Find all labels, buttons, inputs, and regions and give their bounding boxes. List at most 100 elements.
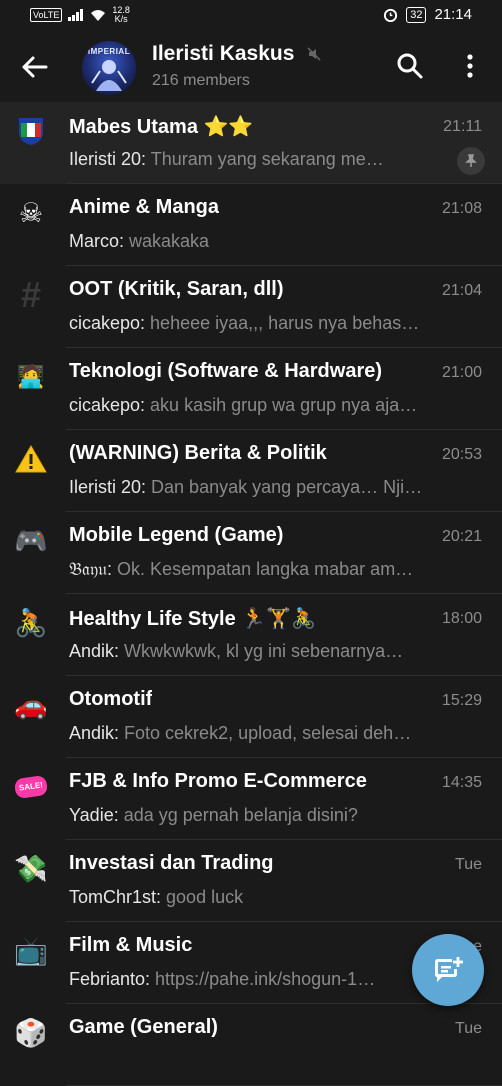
new-message-button[interactable] xyxy=(412,934,484,1006)
wifi-icon xyxy=(91,9,106,21)
topic-row-investasi[interactable]: 💸 Investasi dan Trading Tue TomChr1st: g… xyxy=(0,840,502,922)
preview-sender: 𝔅𝔞𝔶𝔲: xyxy=(69,559,113,579)
preview-message: heheee iyaa,,, harus nya behas… xyxy=(145,313,420,333)
topic-preview: Febrianto: https://pahe.ink/shogun-1… xyxy=(69,969,469,990)
cyclist-icon: 🚴 xyxy=(14,608,48,638)
preview-message: Dan banyak yang percaya… Nji… xyxy=(146,477,423,497)
topic-preview: Yadie: ada yg pernah belanja disini? xyxy=(69,805,469,826)
preview-sender: TomChr1st: xyxy=(69,887,162,907)
network-speed: 12.8 K/s xyxy=(112,6,130,24)
game-die-icon: 🎲 xyxy=(14,1018,48,1048)
preview-message: aku kasih grup wa grup nya aja… xyxy=(145,395,418,415)
italy-shield-icon xyxy=(14,114,48,148)
topic-preview: Marco: wakakaka xyxy=(69,231,469,252)
preview-sender: Ileristi 20: xyxy=(69,477,147,497)
preview-message: wakakaka xyxy=(124,231,210,251)
topic-title: Mabes Utama ⭐⭐ xyxy=(69,116,254,138)
mute-icon xyxy=(307,47,321,61)
topic-time: Tue xyxy=(455,856,482,873)
group-avatar[interactable]: IMPERIAL xyxy=(82,41,136,95)
topic-time: 20:53 xyxy=(441,446,482,463)
television-icon: 📺 xyxy=(14,936,48,966)
volte-badge: VoLTE xyxy=(30,8,63,22)
money-wings-icon: 💸 xyxy=(14,854,48,884)
app-bar: IMPERIAL Ileristi Kaskus 216 members xyxy=(0,32,502,102)
preview-message: Foto cekrek2, upload, selesai deh… xyxy=(119,723,412,743)
topic-list: Mabes Utama ⭐⭐ 21:11 Ileristi 20: Thuram… xyxy=(0,102,502,1086)
new-message-icon xyxy=(435,957,463,982)
topic-row-berita-politik[interactable]: (WARNING) Berita & Politik 20:53 Ilerist… xyxy=(0,430,502,512)
status-left: VoLTE 12.8 K/s xyxy=(30,6,130,24)
preview-sender: Yadie: xyxy=(69,805,119,825)
topic-time: 21:11 xyxy=(443,118,482,135)
topic-row-teknologi[interactable]: 🧑‍💻 Teknologi (Software & Hardware) 21:0… xyxy=(0,348,502,430)
topic-time: 18:00 xyxy=(441,610,482,627)
topic-preview: Ileristi 20: Dan banyak yang percaya… Nj… xyxy=(69,477,469,498)
member-count: 216 members xyxy=(152,72,250,89)
warning-icon xyxy=(14,442,48,476)
technologist-icon: 🧑‍💻 xyxy=(17,364,45,389)
gamepad-icon: 🎮 xyxy=(14,526,48,556)
sale-tag-label: SALE! xyxy=(13,774,49,800)
topic-title: FJB & Info Promo E-Commerce xyxy=(69,770,367,792)
preview-sender: Febrianto: xyxy=(69,969,151,989)
topic-time: 21:04 xyxy=(441,282,482,299)
topic-title: (WARNING) Berita & Politik xyxy=(69,442,327,464)
preview-message: Ok. Kesempatan langka mabar am… xyxy=(112,559,414,579)
topic-title: Otomotif xyxy=(69,688,153,710)
clock: 21:14 xyxy=(434,6,472,23)
topic-row-game-general[interactable]: 🎲 Game (General) Tue xyxy=(0,1004,502,1086)
preview-message: Thuram yang sekarang me… xyxy=(146,149,384,169)
preview-sender: cicakepo: xyxy=(69,313,146,333)
topic-title: OOT (Kritik, Saran, dll) xyxy=(69,278,284,300)
preview-message: Wkwkwkwk, kl yg ini sebenarnya… xyxy=(119,641,404,661)
alarm-icon xyxy=(384,8,398,22)
sale-tag-icon: SALE! xyxy=(13,770,49,804)
topic-row-anime-manga[interactable]: ☠ Anime & Manga 21:08 Marco: wakakaka xyxy=(0,184,502,266)
more-vert-icon[interactable] xyxy=(462,52,478,80)
signal-icon xyxy=(68,9,84,21)
preview-sender: Ileristi 20: xyxy=(69,149,147,169)
topic-time: 21:00 xyxy=(441,364,482,381)
topic-row-oot[interactable]: # OOT (Kritik, Saran, dll) 21:04 cicakep… xyxy=(0,266,502,348)
preview-message: ada yg pernah belanja disini? xyxy=(118,805,358,825)
status-bar: VoLTE 12.8 K/s 32 21:14 xyxy=(0,0,502,32)
topic-row-fjb[interactable]: SALE! FJB & Info Promo E-Commerce 14:35 … xyxy=(0,758,502,840)
topic-title: Film & Music xyxy=(69,934,193,956)
topic-title: Anime & Manga xyxy=(69,196,220,218)
preview-sender: Marco: xyxy=(69,231,125,251)
topic-preview: cicakepo: aku kasih grup wa grup nya aja… xyxy=(69,395,469,416)
status-right: 32 21:14 xyxy=(383,6,472,23)
search-icon[interactable] xyxy=(396,52,424,80)
topic-time: 21:08 xyxy=(441,200,482,217)
topic-preview: Andik: Wkwkwkwk, kl yg ini sebenarnya… xyxy=(69,641,469,662)
avatar-figure-icon xyxy=(91,60,127,91)
topic-preview: Ileristi 20: Thuram yang sekarang me… xyxy=(69,149,469,170)
topic-row-mabes-utama[interactable]: Mabes Utama ⭐⭐ 21:11 Ileristi 20: Thuram… xyxy=(0,102,502,184)
preview-sender: cicakepo: xyxy=(69,395,146,415)
topic-title: Teknologi (Software & Hardware) xyxy=(69,360,383,382)
preview-sender: Andik: xyxy=(69,723,120,743)
group-title[interactable]: Ileristi Kaskus xyxy=(152,42,294,66)
back-arrow-icon[interactable] xyxy=(18,52,52,82)
topic-preview: TomChr1st: good luck xyxy=(69,887,469,908)
topic-row-otomotif[interactable]: 🚗 Otomotif 15:29 Andik: Foto cekrek2, up… xyxy=(0,676,502,758)
skull-crossbones-icon: ☠ xyxy=(18,198,44,228)
topic-row-mobile-legend[interactable]: 🎮 Mobile Legend (Game) 20:21 𝔅𝔞𝔶𝔲: Ok. K… xyxy=(0,512,502,594)
battery-icon: 32 xyxy=(406,6,427,23)
topic-title: Healthy Life Style 🏃🏋🚴 xyxy=(69,608,316,630)
hashtag-icon: # xyxy=(20,274,42,315)
topic-preview: 𝔅𝔞𝔶𝔲: Ok. Kesempatan langka mabar am… xyxy=(69,559,469,580)
topic-preview: Andik: Foto cekrek2, upload, selesai deh… xyxy=(69,723,469,744)
topic-title: Investasi dan Trading xyxy=(69,852,274,874)
preview-message: https://pahe.ink/shogun-1… xyxy=(150,969,376,989)
preview-message: good luck xyxy=(161,887,244,907)
topic-time: 14:35 xyxy=(441,774,482,791)
topic-time: Tue xyxy=(455,1020,482,1037)
topic-row-healthy-life[interactable]: 🚴 Healthy Life Style 🏃🏋🚴 18:00 Andik: Wk… xyxy=(0,594,502,676)
pin-icon xyxy=(457,147,485,175)
preview-sender: Andik: xyxy=(69,641,120,661)
topic-preview: cicakepo: heheee iyaa,,, harus nya behas… xyxy=(69,313,469,334)
topic-time: 15:29 xyxy=(441,692,482,709)
topic-title: Game (General) xyxy=(69,1016,218,1038)
